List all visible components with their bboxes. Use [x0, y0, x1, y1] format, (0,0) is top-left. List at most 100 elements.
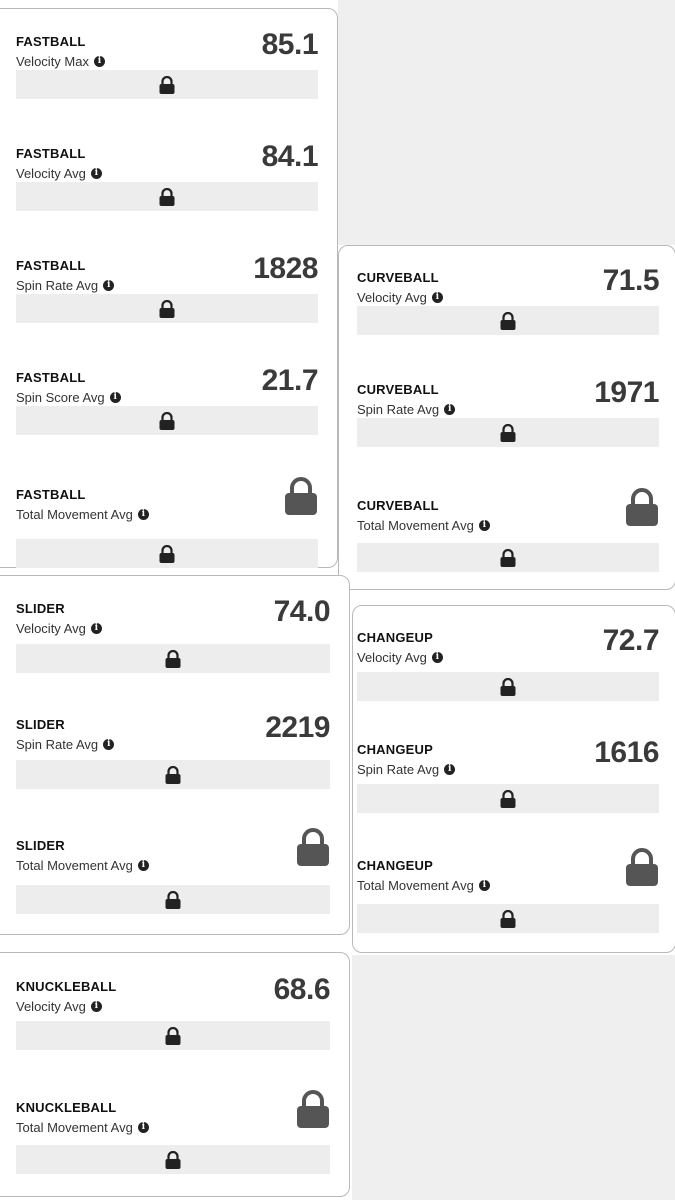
locked-bar[interactable] — [16, 644, 330, 673]
lock-icon — [159, 411, 175, 430]
metric-slider-velocity-avg: SLIDER Velocity Avg i 74.0 — [16, 595, 331, 673]
metric-label-text: Velocity Avg — [16, 999, 86, 1014]
locked-bar[interactable] — [357, 904, 659, 933]
info-icon[interactable]: i — [444, 764, 456, 775]
metric-label-text: Total Movement Avg — [16, 507, 133, 522]
info-icon[interactable]: i — [93, 56, 105, 67]
lock-icon[interactable] — [296, 1090, 330, 1128]
metric-label: Total Movement Avg i — [16, 507, 149, 522]
metric-slider-spin-rate-avg: SLIDER Spin Rate Avg i 2219 — [16, 711, 330, 789]
metric-label-text: Velocity Max — [16, 54, 89, 69]
metric-label: Spin Rate Avg i — [357, 762, 456, 777]
metric-label-text: Spin Rate Avg — [16, 737, 99, 752]
metric-label: Spin Rate Avg i — [357, 402, 456, 417]
metric-knuckleball-velocity-avg: KNUCKLEBALL Velocity Avg i 68.6 — [16, 973, 331, 1054]
locked-bar[interactable] — [16, 1021, 330, 1050]
locked-bar[interactable] — [16, 182, 318, 211]
locked-bar[interactable] — [357, 306, 659, 335]
locked-bar[interactable] — [357, 418, 659, 447]
info-icon[interactable]: i — [137, 1122, 149, 1133]
metric-label: Velocity Avg i — [16, 999, 102, 1014]
pitch-name: CHANGEUP — [357, 630, 433, 645]
locked-bar[interactable] — [357, 543, 659, 572]
locked-bar[interactable] — [16, 539, 318, 568]
metric-value: 2219 — [265, 711, 330, 744]
metric-label-text: Velocity Avg — [357, 290, 427, 305]
info-icon[interactable]: i — [103, 280, 115, 291]
pitch-name: SLIDER — [16, 717, 65, 732]
lock-icon[interactable] — [296, 828, 330, 866]
info-icon[interactable]: i — [103, 739, 115, 750]
info-icon[interactable]: i — [444, 404, 456, 415]
pitch-name: FASTBALL — [16, 258, 86, 273]
background-gray-area — [338, 0, 675, 245]
metric-label: Spin Rate Avg i — [16, 737, 115, 752]
pitch-name: FASTBALL — [16, 34, 86, 49]
pitch-name: CHANGEUP — [357, 742, 433, 757]
locked-bar[interactable] — [16, 885, 330, 914]
info-icon[interactable]: i — [137, 860, 149, 871]
metric-changeup-spin-rate-avg: CHANGEUP Spin Rate Avg i 1616 — [357, 736, 659, 817]
locked-bar[interactable] — [16, 294, 318, 323]
pitch-name: KNUCKLEBALL — [16, 979, 117, 994]
pitch-name: CURVEBALL — [357, 382, 439, 397]
metric-label: Total Movement Avg i — [16, 858, 149, 873]
metric-fastball-velocity-avg: FASTBALL Velocity Avg i 84.1 — [16, 140, 319, 216]
metric-value: 1971 — [594, 376, 659, 409]
metric-value: 84.1 — [261, 140, 319, 173]
metric-label-text: Total Movement Avg — [357, 518, 474, 533]
metric-fastball-spin-rate-avg: FASTBALL Spin Rate Avg i 1828 — [16, 252, 318, 328]
locked-bar[interactable] — [16, 70, 318, 99]
lock-icon — [165, 649, 181, 668]
fastball-card: FASTBALL Velocity Max i 85.1 FASTBALL Vel… — [0, 8, 338, 568]
lock-icon — [500, 548, 516, 567]
pitch-name: CURVEBALL — [357, 498, 439, 513]
metric-label: Velocity Max i — [16, 54, 105, 69]
metric-value: 1828 — [253, 252, 318, 285]
metric-curveball-total-movement-avg: CURVEBALL Total Movement Avg i — [357, 488, 659, 573]
changeup-card: CHANGEUP Velocity Avg i 72.7 CHANGEUP Spi… — [352, 605, 675, 953]
locked-bar[interactable] — [16, 406, 318, 435]
locked-bar[interactable] — [357, 672, 659, 701]
metric-label: Spin Score Avg i — [16, 390, 121, 405]
info-icon[interactable]: i — [90, 623, 102, 634]
pitch-name: FASTBALL — [16, 487, 86, 502]
pitch-name: FASTBALL — [16, 370, 86, 385]
metric-label: Total Movement Avg i — [16, 1120, 149, 1135]
lock-icon — [165, 1026, 181, 1045]
slider-card: SLIDER Velocity Avg i 74.0 SLIDER Spin Ra… — [0, 575, 350, 935]
info-icon[interactable]: i — [137, 509, 149, 520]
locked-bar[interactable] — [16, 1145, 330, 1174]
pitch-name: CURVEBALL — [357, 270, 439, 285]
lock-icon[interactable] — [625, 848, 659, 886]
info-icon[interactable]: i — [478, 520, 490, 531]
metric-label: Total Movement Avg i — [357, 878, 490, 893]
lock-icon — [500, 789, 516, 808]
lock-icon — [500, 909, 516, 928]
info-icon[interactable]: i — [90, 1001, 102, 1012]
lock-icon[interactable] — [625, 488, 659, 526]
lock-icon[interactable] — [284, 477, 318, 515]
locked-bar[interactable] — [357, 784, 659, 813]
info-icon[interactable]: i — [431, 292, 443, 303]
lock-icon — [165, 1150, 181, 1169]
pitch-name: FASTBALL — [16, 146, 86, 161]
lock-icon — [159, 544, 175, 563]
lock-icon — [159, 299, 175, 318]
pitch-name: KNUCKLEBALL — [16, 1100, 117, 1115]
lock-icon — [165, 890, 181, 909]
info-icon[interactable]: i — [90, 168, 102, 179]
info-icon[interactable]: i — [478, 880, 490, 891]
locked-bar[interactable] — [16, 760, 330, 789]
info-icon[interactable]: i — [109, 392, 121, 403]
metric-label-text: Total Movement Avg — [16, 1120, 133, 1135]
metric-value: 71.5 — [602, 264, 660, 297]
info-icon[interactable]: i — [431, 652, 443, 663]
metric-slider-total-movement-avg: SLIDER Total Movement Avg i — [16, 828, 330, 916]
metric-fastball-total-movement-avg: FASTBALL Total Movement Avg i — [16, 477, 318, 568]
metric-value: 1616 — [594, 736, 659, 769]
metric-label-text: Spin Rate Avg — [16, 278, 99, 293]
metric-changeup-velocity-avg: CHANGEUP Velocity Avg i 72.7 — [357, 624, 660, 705]
metric-value: 74.0 — [273, 595, 331, 628]
metric-value: 85.1 — [261, 28, 319, 61]
